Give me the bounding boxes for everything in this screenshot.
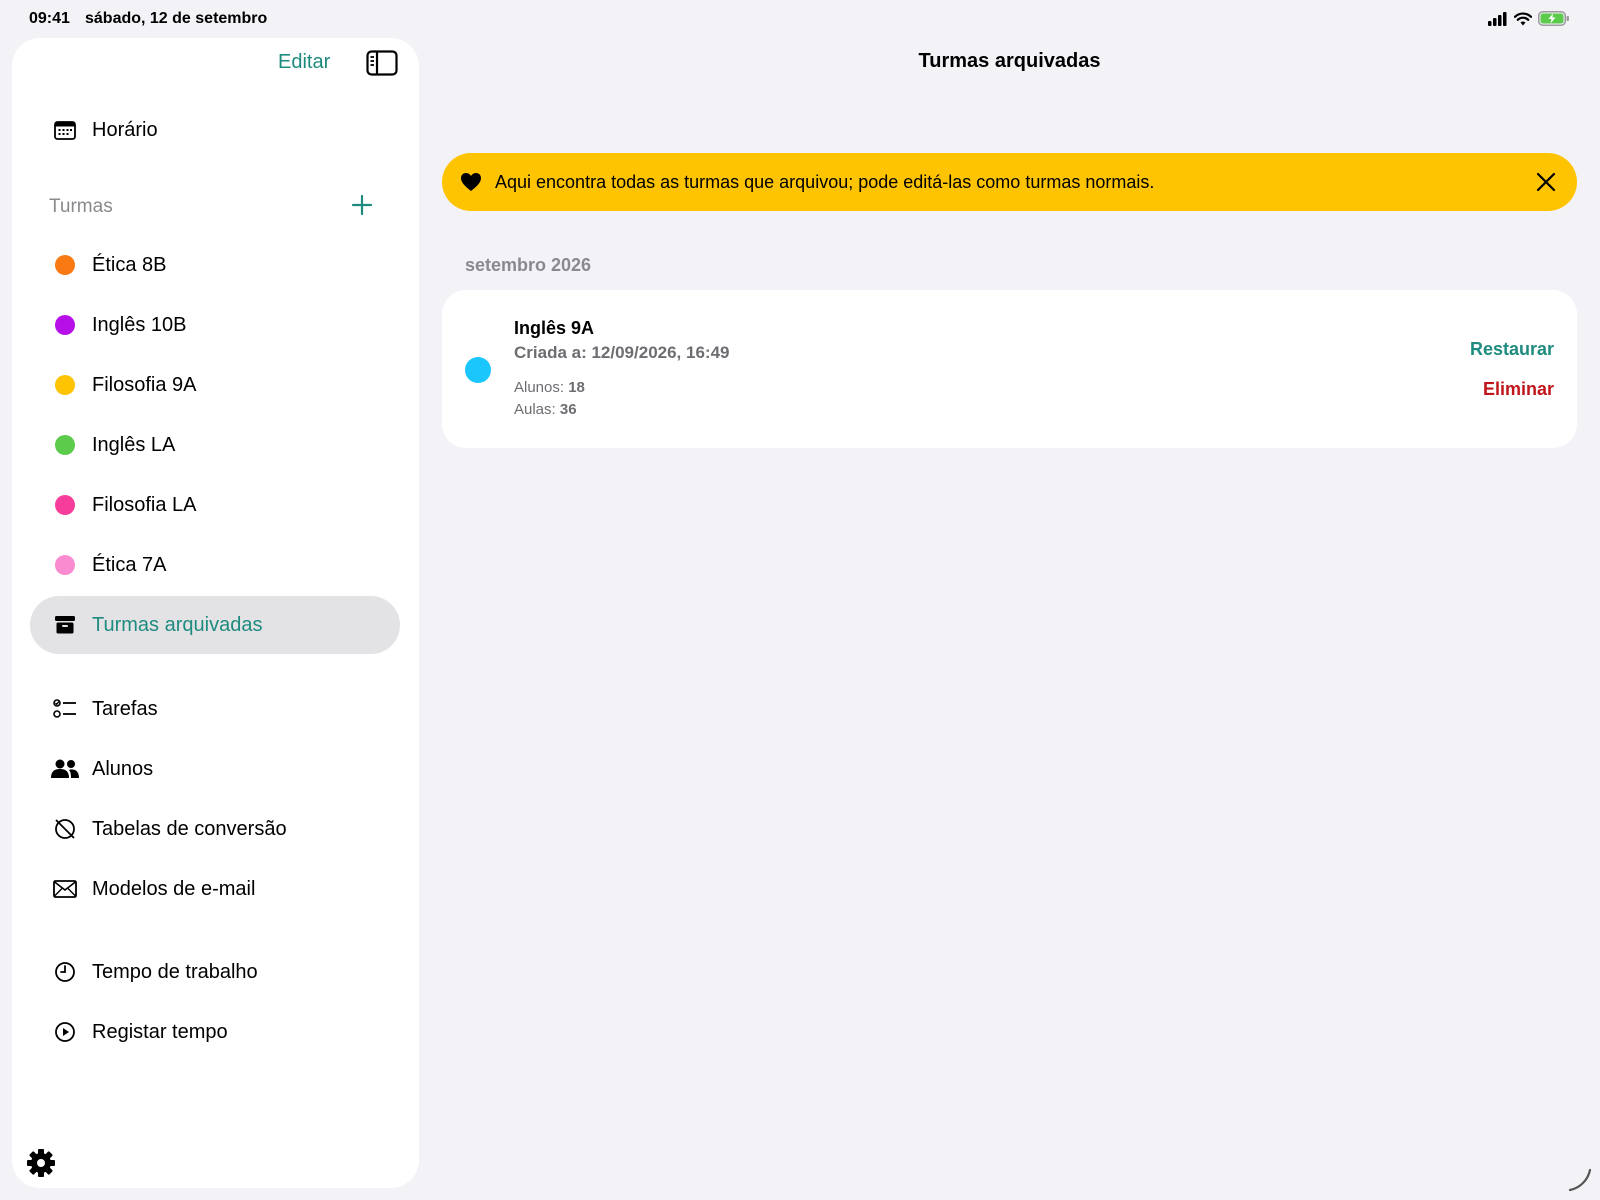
sidebar-item-class[interactable]: Filosofia LA xyxy=(30,476,400,534)
clock-icon xyxy=(50,961,80,983)
lessons-value: 36 xyxy=(559,401,577,418)
class-color-dot xyxy=(55,315,75,335)
sidebar-item-archived-classes[interactable]: Turmas arquivadas xyxy=(30,596,400,654)
sidebar-item-label: Turmas arquivadas xyxy=(92,613,263,636)
add-class-button[interactable] xyxy=(349,192,375,218)
sidebar-item-class[interactable]: Ética 7A xyxy=(30,536,400,594)
gear-icon[interactable] xyxy=(26,1148,56,1178)
sidebar-item-tempo-trabalho[interactable]: Tempo de trabalho xyxy=(30,943,400,1001)
sidebar-item-class[interactable]: Filosofia 9A xyxy=(30,356,400,414)
status-bar: 09:41 sábado, 12 de setembro xyxy=(0,0,1600,38)
classes-section-title: Turmas xyxy=(49,196,113,217)
class-color-dot xyxy=(55,375,75,395)
conversion-icon xyxy=(50,818,80,840)
students-value: 18 xyxy=(568,379,585,396)
edit-button[interactable]: Editar xyxy=(278,51,330,74)
resize-corner-icon xyxy=(1568,1168,1592,1192)
sidebar: Editar Horário Turmas Ética 8B Inglês 10… xyxy=(12,38,419,1188)
class-created-date: Criada a: 12/09/2026, 16:49 xyxy=(514,343,730,362)
sidebar-item-modelos-email[interactable]: Modelos de e-mail xyxy=(30,860,400,918)
class-name: Inglês 9A xyxy=(514,318,595,338)
class-color-dot xyxy=(55,495,75,515)
archived-class-card: Inglês 9A Criada a: 12/09/2026, 16:49 Al… xyxy=(442,290,1577,448)
battery-icon xyxy=(1538,11,1569,26)
sidebar-item-label: Horário xyxy=(92,118,158,141)
sidebar-item-label: Inglês LA xyxy=(92,433,176,456)
sidebar-item-alunos[interactable]: Alunos xyxy=(30,740,400,798)
sidebar-item-label: Filosofia LA xyxy=(92,493,197,516)
sidebar-item-label: Registar tempo xyxy=(92,1020,228,1043)
status-icons xyxy=(1488,11,1570,26)
checklist-icon xyxy=(50,698,80,720)
sidebar-item-label: Ética 8B xyxy=(92,253,167,276)
students-label: Alunos: xyxy=(514,379,565,396)
lessons-label: Aulas: xyxy=(514,401,556,418)
sidebar-item-horario[interactable]: Horário xyxy=(30,101,400,159)
delete-button[interactable]: Eliminar xyxy=(1483,379,1554,400)
class-color-dot xyxy=(55,255,75,275)
play-circle-icon xyxy=(50,1021,80,1043)
sidebar-item-tabelas-conversao[interactable]: Tabelas de conversão xyxy=(30,800,400,858)
status-date: sábado, 12 de setembro xyxy=(85,10,268,27)
students-count: Alunos: 18 xyxy=(514,379,585,396)
month-section-label: setembro 2026 xyxy=(465,255,592,275)
sidebar-item-label: Alunos xyxy=(92,757,154,780)
archive-box-icon xyxy=(50,616,80,634)
class-color-dot xyxy=(465,357,491,383)
people-icon xyxy=(50,759,80,779)
class-color-dot xyxy=(55,555,75,575)
sidebar-item-tarefas[interactable]: Tarefas xyxy=(30,680,400,738)
page-title: Turmas arquivadas xyxy=(918,50,1101,72)
envelope-icon xyxy=(50,880,80,898)
heart-icon xyxy=(461,173,481,191)
banner-text: Aqui encontra todas as turmas que arquiv… xyxy=(495,171,1155,192)
close-icon[interactable] xyxy=(1535,171,1557,193)
wifi-icon xyxy=(1514,12,1532,25)
sidebar-item-label: Tarefas xyxy=(92,697,158,720)
info-banner: Aqui encontra todas as turmas que arquiv… xyxy=(442,153,1577,211)
calendar-icon xyxy=(50,120,80,140)
sidebar-item-label: Tabelas de conversão xyxy=(92,817,287,840)
sidebar-toggle-icon[interactable] xyxy=(366,50,398,76)
sidebar-item-label: Tempo de trabalho xyxy=(92,960,258,983)
status-time: 09:41 xyxy=(29,10,70,27)
class-color-dot xyxy=(55,435,75,455)
sidebar-item-label: Inglês 10B xyxy=(92,313,187,336)
restore-button[interactable]: Restaurar xyxy=(1470,339,1554,360)
sidebar-item-class[interactable]: Inglês LA xyxy=(30,416,400,474)
sidebar-item-class[interactable]: Inglês 10B xyxy=(30,296,400,354)
sidebar-item-label: Modelos de e-mail xyxy=(92,877,256,900)
signal-icon xyxy=(1488,11,1507,26)
lessons-count: Aulas: 36 xyxy=(514,401,577,418)
sidebar-item-label: Filosofia 9A xyxy=(92,373,197,396)
sidebar-item-registar-tempo[interactable]: Registar tempo xyxy=(30,1003,400,1061)
sidebar-item-class[interactable]: Ética 8B xyxy=(30,236,400,294)
sidebar-item-label: Ética 7A xyxy=(92,553,167,576)
